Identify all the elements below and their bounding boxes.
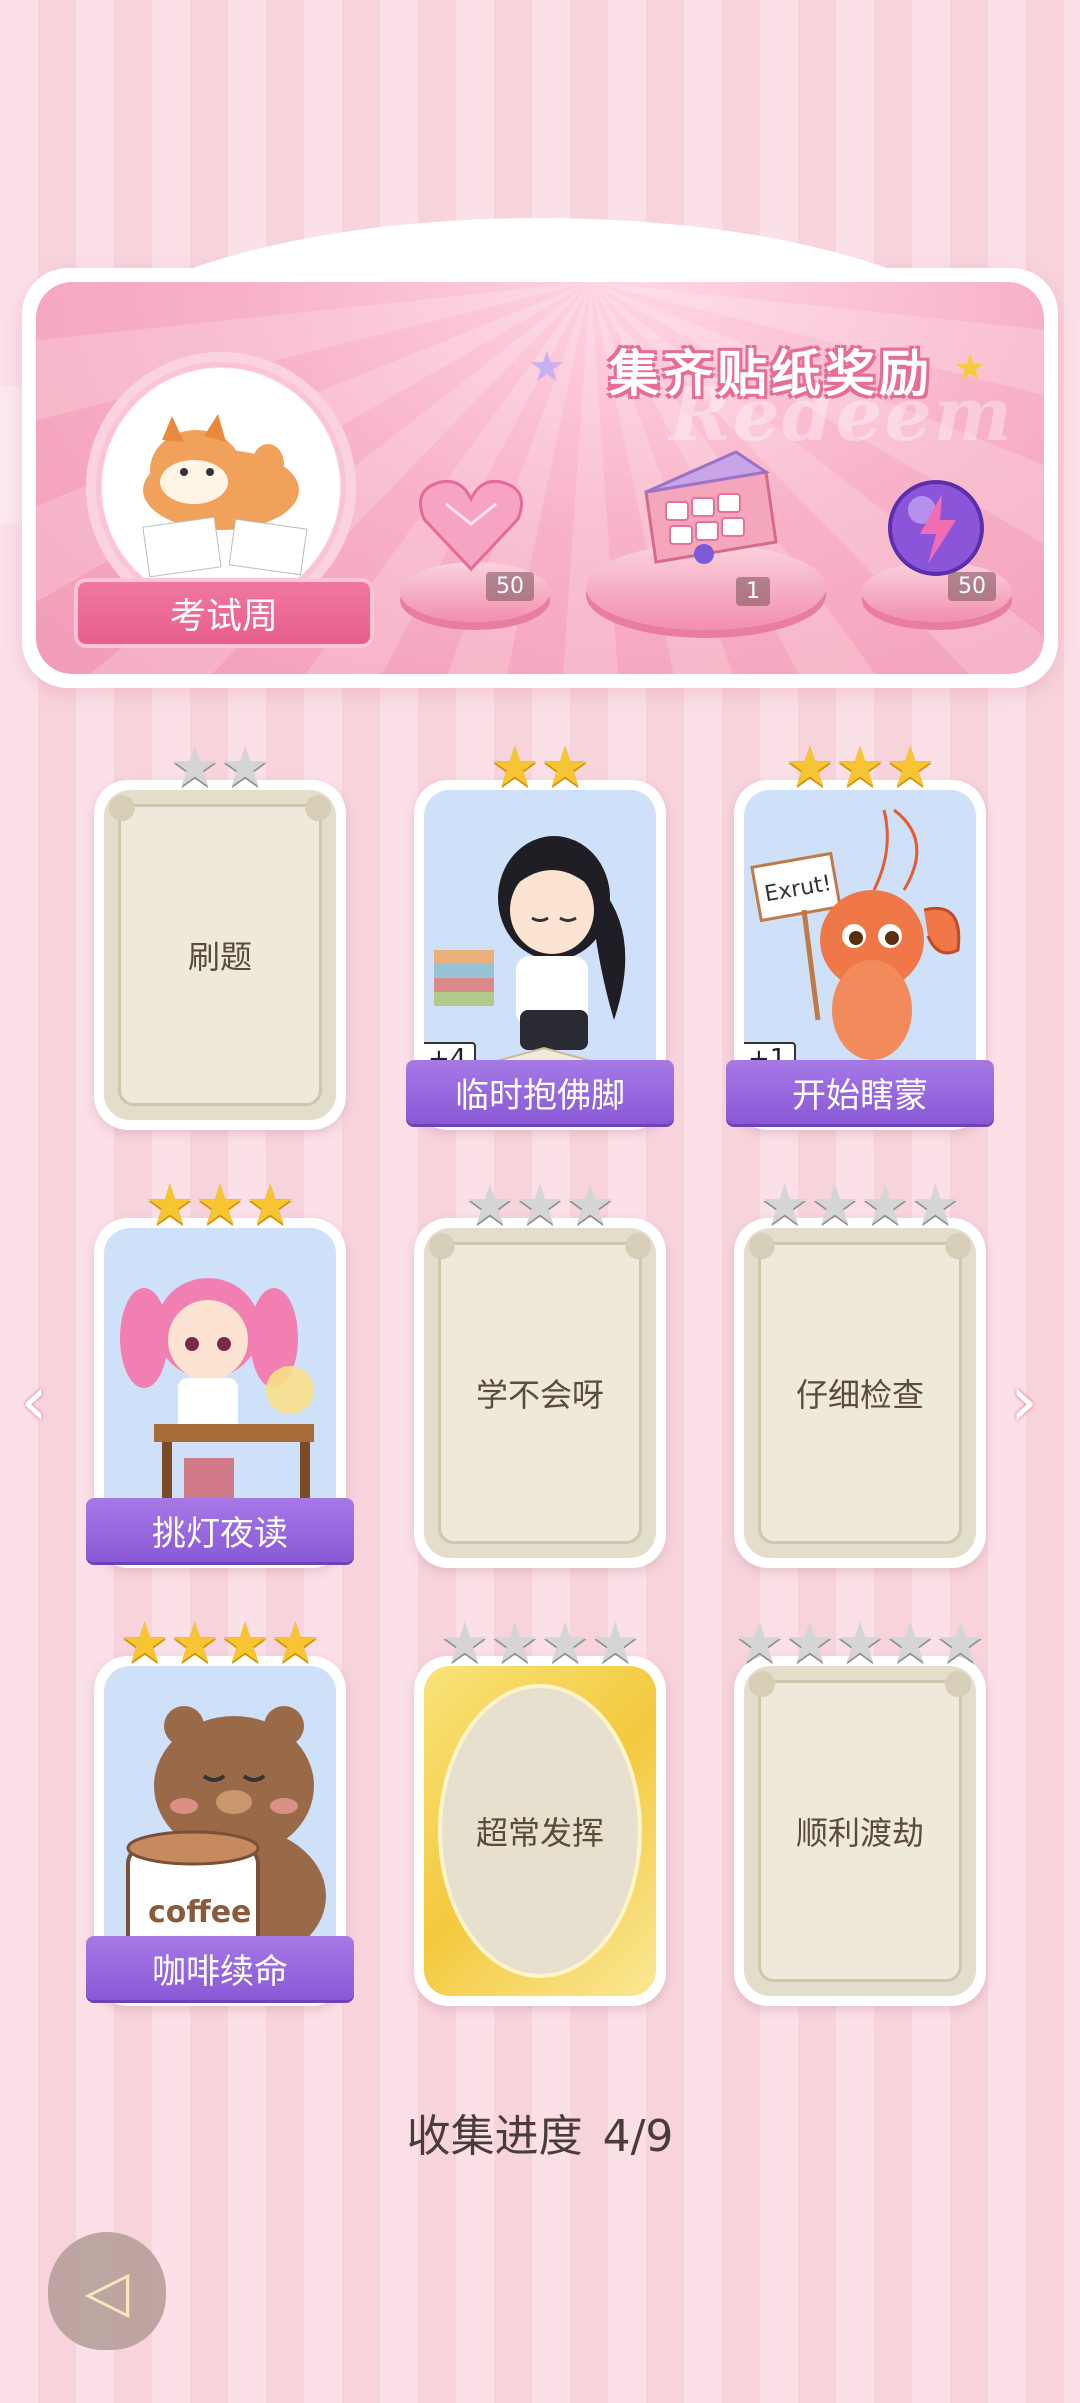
card-label: 顺利渡劫 <box>795 1814 924 1852</box>
card-label: 仔细检查 <box>795 1376 924 1414</box>
sticker-card-unlocked[interactable]: ★ ★ ★ ★ coffee 咖啡续命 <box>86 1616 354 2006</box>
star-rating: ★ ★ ★ <box>144 1173 296 1238</box>
back-arrow-icon: ◁ <box>84 2257 130 2325</box>
card-label: 挑灯夜读 <box>86 1498 354 1562</box>
card-label: 咖啡续命 <box>86 1936 354 2000</box>
card-label: 开始瞎蒙 <box>726 1060 994 1124</box>
sticker-card-unlocked[interactable]: ★ ★ ★ Exrut! +1 开始瞎蒙 <box>726 740 994 1130</box>
star-rating: ★ ★ ★ ★ <box>439 1611 641 1676</box>
sticker-card-locked-gold[interactable]: ★ ★ ★ ★ 超常发挥 <box>414 1616 666 2006</box>
reward-count: 1 <box>736 577 770 606</box>
sticker-card-locked[interactable]: ★ ★ ★ 学不会呀 <box>414 1178 666 1568</box>
star-rating: ★ ★ ★ ★ <box>119 1611 321 1676</box>
star-rating: ★ ★ ★ ★ <box>759 1173 961 1238</box>
reward-count: 50 <box>486 572 534 601</box>
back-button[interactable]: ◁ <box>48 2232 166 2350</box>
purple-lightning-orb-icon <box>888 480 984 576</box>
theme-label: 考试周 <box>169 596 278 637</box>
card-label: 临时抱佛脚 <box>406 1060 674 1124</box>
pink-heart-gem-icon <box>419 479 523 572</box>
star-rating: ★ ★ ★ ★ ★ <box>734 1611 986 1676</box>
sticker-card-unlocked[interactable]: ★ ★ +4 临时抱佛脚 <box>406 740 674 1130</box>
sticker-card-locked[interactable]: ★ ★ ★ ★ 仔细检查 <box>734 1178 986 1568</box>
sticker-card-locked[interactable]: ★ ★ ★ ★ ★ 顺利渡劫 <box>734 1616 986 2006</box>
theme-ribbon: 考试周 <box>74 578 374 648</box>
collection-progress: 收集进度 4/9 <box>0 2100 1080 2164</box>
card-label: 刷题 <box>187 938 252 976</box>
star-rating: ★ ★ <box>489 735 591 800</box>
star-sparkle-icon: ★ <box>528 342 566 391</box>
cup-text: coffee <box>148 1895 251 1930</box>
banner-title: 集齐贴纸奖励 <box>609 345 933 403</box>
sticker-card-unlocked[interactable]: ★ ★ ★ 挑灯夜读 <box>86 1178 354 1568</box>
reward-count: 50 <box>948 572 996 601</box>
card-label: 超常发挥 <box>475 1814 604 1852</box>
star-rating: ★ ★ ★ <box>784 735 936 800</box>
gift-box-icon <box>644 450 778 564</box>
progress-value: 4/9 <box>602 2111 674 2162</box>
chevron-left-icon[interactable]: ‹ <box>20 1360 48 1442</box>
progress-label: 收集进度 <box>406 2111 583 2162</box>
banner-panel: Redeem ★ ★ 集齐贴纸奖励 考试周 50 1 50 <box>36 282 1044 674</box>
chevron-right-icon[interactable]: › <box>1010 1360 1038 1442</box>
reward-banner: Redeem ★ ★ 集齐贴纸奖励 考试周 50 1 50 <box>22 218 1058 688</box>
star-rating: ★ ★ <box>169 735 271 800</box>
star-rating: ★ ★ ★ <box>464 1173 616 1238</box>
sticker-card-locked[interactable]: ★ ★ 刷题 <box>94 740 346 1130</box>
card-label: 学不会呀 <box>475 1376 604 1414</box>
